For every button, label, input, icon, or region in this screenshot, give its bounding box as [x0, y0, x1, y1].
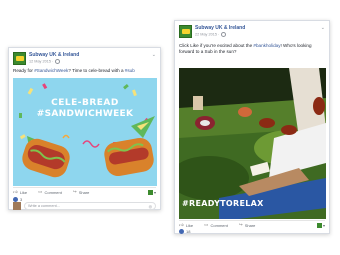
date-text[interactable]: 22 May 2015 · — [195, 32, 220, 36]
facebook-post-sandwich-week: Subway UK & Ireland 12 May 2015 · ⌄ Read… — [8, 47, 161, 210]
post-header: Subway UK & Ireland 12 May 2015 · ⌄ — [13, 52, 156, 66]
page-name[interactable]: Subway UK & Ireland — [195, 25, 245, 31]
hashtag-link[interactable]: #sub — [125, 68, 135, 73]
comment-placeholder: Write a comment... — [28, 204, 60, 208]
sandwich-week-illustration — [13, 78, 157, 186]
image-headline: CELE-BREAD — [51, 98, 119, 108]
facebook-post-bank-holiday: Subway UK & Ireland 22 May 2015 · ⌄ Clic… — [174, 20, 330, 234]
globe-icon — [221, 31, 227, 37]
post-header: Subway UK & Ireland 22 May 2015 · ⌄ — [179, 25, 325, 39]
like-button[interactable]: 👍︎ Like — [13, 189, 27, 195]
chevron-down-icon[interactable]: ⌄ — [152, 52, 156, 58]
comment-label: Comment — [210, 222, 228, 228]
post-date[interactable]: 12 May 2015 · — [29, 58, 61, 64]
post-text-part: Click Like if you're excited about the — [179, 43, 254, 48]
like-reaction-icon — [179, 229, 184, 234]
post-date[interactable]: 22 May 2015 · — [195, 31, 227, 37]
comment-input[interactable]: Write a comment... ◎ — [24, 202, 156, 210]
post-actions: 👍︎ Like ▭ Comment ↪ Share ▾ — [179, 220, 325, 229]
image-hashtag: #READYTORELAX — [182, 199, 264, 208]
comment-button[interactable]: ▭ Comment — [204, 222, 228, 228]
likes-count: 18 — [186, 229, 191, 234]
hashtag-link[interactable]: #bankholiday — [253, 43, 280, 48]
globe-icon — [55, 58, 61, 64]
date-text[interactable]: 12 May 2015 · — [29, 59, 54, 63]
like-label: Like — [185, 222, 194, 228]
post-image-ready-to-relax[interactable]: #READYTORELAX — [179, 68, 326, 219]
share-arrow-icon: ↪ — [72, 189, 77, 194]
chevron-down-icon: ▾ — [322, 222, 325, 228]
post-text-part: ? Time to cele-bread with a — [68, 68, 125, 73]
page-name[interactable]: Subway UK & Ireland — [29, 52, 79, 58]
avatar — [13, 202, 21, 210]
post-as-selector[interactable]: ▾ — [147, 189, 156, 195]
image-hashtag: #SANDWICHWEEK — [36, 109, 134, 119]
post-text: Click Like if you're excited about the #… — [179, 43, 327, 55]
speech-bubble-icon: ▭ — [38, 189, 43, 194]
post-as-selector[interactable]: ▾ — [316, 222, 325, 228]
speech-bubble-icon: ▭ — [204, 222, 209, 227]
share-label: Share — [78, 189, 90, 195]
share-arrow-icon: ↪ — [238, 222, 243, 227]
post-actions: 👍︎ Like ▭ Comment ↪ Share ▾ — [13, 187, 156, 196]
camera-icon[interactable]: ◎ — [149, 204, 152, 209]
likes-summary[interactable]: 18 — [179, 228, 190, 235]
hashtag-link[interactable]: #SandwichWeek — [34, 68, 68, 73]
comment-label: Comment — [44, 189, 62, 195]
share-label: Share — [244, 222, 256, 228]
share-button[interactable]: ↪ Share — [73, 189, 90, 195]
post-image-sandwich-week[interactable]: CELE-BREAD #SANDWICHWEEK — [13, 78, 157, 186]
chevron-down-icon: ▾ — [153, 189, 156, 195]
subway-logo[interactable] — [179, 25, 192, 38]
subway-mini-logo — [316, 222, 322, 228]
post-text-part: Ready for — [13, 68, 35, 73]
subway-mini-logo — [147, 189, 153, 195]
share-button[interactable]: ↪ Share — [239, 222, 256, 228]
subway-logo[interactable] — [13, 52, 26, 65]
chevron-down-icon[interactable]: ⌄ — [321, 25, 325, 31]
like-label: Like — [19, 189, 28, 195]
picnic-photo — [179, 68, 326, 219]
post-text: Ready for #SandwichWeek? Time to cele-br… — [13, 68, 158, 74]
comment-composer: Write a comment... ◎ — [13, 200, 156, 212]
comment-button[interactable]: ▭ Comment — [38, 189, 62, 195]
thumbs-up-icon: 👍︎ — [13, 189, 18, 194]
